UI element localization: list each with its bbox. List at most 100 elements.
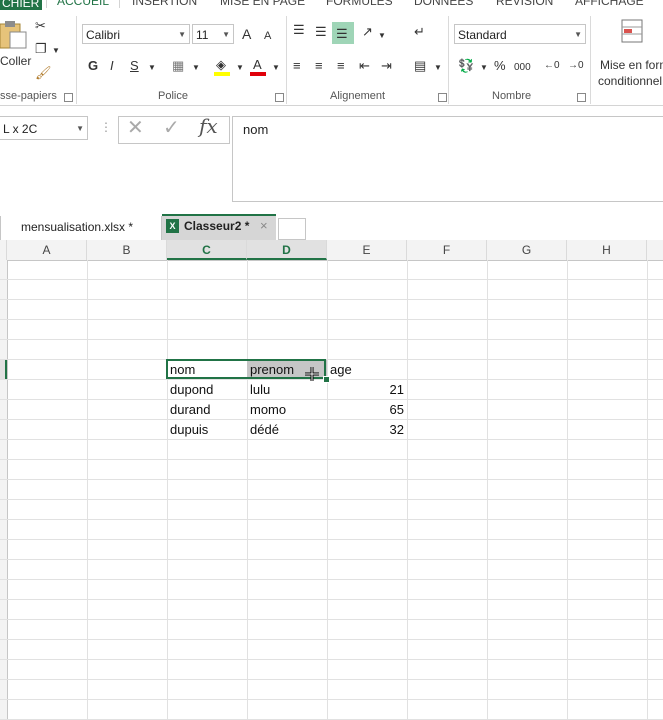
number-group-label: Nombre xyxy=(492,90,532,102)
grid-line xyxy=(0,459,663,460)
cell-age[interactable]: 32 xyxy=(327,420,407,440)
cell-nom[interactable]: dupuis xyxy=(167,420,247,440)
chevron-down-icon: ▼ xyxy=(76,124,84,133)
number-format-select[interactable]: Standard ▼ xyxy=(454,24,586,44)
grid-line xyxy=(0,559,663,560)
accounting-format-icon[interactable]: 💱 xyxy=(458,58,474,74)
wrap-text-icon[interactable]: ↵ xyxy=(414,24,425,40)
tab-home[interactable]: ACCUEIL xyxy=(46,0,121,8)
copy-dropdown-icon[interactable]: ▼ xyxy=(52,43,60,59)
fill-bucket-icon: ◈ xyxy=(216,57,226,72)
cell-c-nom[interactable]: nom xyxy=(167,360,247,380)
column-header-e[interactable]: E xyxy=(327,240,407,260)
cancel-icon[interactable]: ✕ xyxy=(127,118,144,138)
close-tab-icon[interactable]: × xyxy=(260,218,268,233)
workbook-tab-mensualisation[interactable]: mensualisation.xlsx * xyxy=(0,216,162,240)
grid-line xyxy=(0,299,663,300)
cell-prenom[interactable]: momo xyxy=(247,400,327,420)
column-header-a[interactable]: A xyxy=(7,240,87,260)
orientation-dropdown-icon[interactable]: ▼ xyxy=(378,28,386,44)
formula-input[interactable]: nom xyxy=(232,116,663,202)
tab-insert[interactable]: INSERTION xyxy=(132,0,197,8)
cell-prenom[interactable]: dédé xyxy=(247,420,327,440)
format-painter-icon[interactable]: 🖌 xyxy=(35,65,52,81)
font-color-button[interactable]: A xyxy=(250,57,268,77)
tab-data[interactable]: DONNÉES xyxy=(414,0,473,8)
bold-button[interactable]: G xyxy=(88,58,98,74)
column-header-g[interactable]: G xyxy=(487,240,567,260)
name-box[interactable]: L x 2C ▼ xyxy=(0,116,88,140)
column-header-f[interactable]: F xyxy=(407,240,487,260)
cell-nom[interactable]: durand xyxy=(167,400,247,420)
italic-button[interactable]: I xyxy=(110,58,114,74)
font-color-dropdown-icon[interactable]: ▼ xyxy=(272,60,280,76)
paste-button[interactable] xyxy=(0,18,30,50)
align-right-icon[interactable]: ≡ xyxy=(337,58,345,74)
grid-line xyxy=(0,339,663,340)
formula-bar: L x 2C ▼ ⋮ ✕ ✓ fx nom xyxy=(0,106,663,216)
conditional-format-button[interactable]: Mise en form conditionnel xyxy=(598,16,663,91)
fill-color-button[interactable]: ◈ xyxy=(214,57,232,77)
conditional-format-icon xyxy=(621,19,643,43)
underline-dropdown-icon[interactable]: ▼ xyxy=(148,60,156,76)
grid-line xyxy=(87,260,88,720)
column-header-h[interactable]: H xyxy=(567,240,647,260)
clipboard-launcher-icon[interactable] xyxy=(64,93,73,102)
decrease-indent-icon[interactable]: ⇤ xyxy=(359,58,370,74)
new-tab-button[interactable] xyxy=(278,218,306,240)
column-header-d[interactable]: D xyxy=(247,240,327,260)
workbook-tab-label: Classeur2 * xyxy=(184,219,250,233)
fill-dropdown-icon[interactable]: ▼ xyxy=(236,60,244,76)
cut-icon[interactable]: ✂ xyxy=(35,18,46,34)
formula-bar-grip[interactable]: ⋮ xyxy=(100,120,112,134)
align-bottom-button[interactable]: ☰ xyxy=(332,22,354,44)
align-left-icon[interactable]: ≡ xyxy=(293,58,301,74)
cell-age[interactable]: 65 xyxy=(327,400,407,420)
clipboard-group-label: sse-papiers xyxy=(0,90,57,102)
merge-center-icon[interactable]: ▤ xyxy=(414,58,426,74)
increase-indent-icon[interactable]: ⇥ xyxy=(381,58,392,74)
cell-nom[interactable]: dupond xyxy=(167,380,247,400)
percent-style-button[interactable]: % xyxy=(494,58,506,74)
accounting-dropdown-icon[interactable]: ▼ xyxy=(480,60,488,76)
tab-formulas[interactable]: FORMULES xyxy=(326,0,393,8)
enter-icon[interactable]: ✓ xyxy=(163,118,180,138)
align-top-icon[interactable]: ☰ xyxy=(293,22,305,38)
number-launcher-icon[interactable] xyxy=(577,93,586,102)
orientation-icon[interactable]: ↗ xyxy=(362,24,373,40)
row-header-selected[interactable] xyxy=(0,360,7,380)
paste-label: Coller xyxy=(0,54,32,68)
decrease-decimal-icon[interactable]: →0 xyxy=(568,58,584,74)
column-header-b[interactable]: B xyxy=(87,240,167,260)
workbook-tab-classeur2[interactable]: X Classeur2 * × xyxy=(162,214,276,240)
insert-function-icon[interactable]: fx xyxy=(199,116,218,136)
tab-page-layout[interactable]: MISE EN PAGE xyxy=(220,0,305,8)
merge-dropdown-icon[interactable]: ▼ xyxy=(434,60,442,76)
row-header-strip xyxy=(0,260,8,720)
borders-dropdown-icon[interactable]: ▼ xyxy=(192,60,200,76)
worksheet-grid[interactable]: nom prenom age dupond lulu 21 durand mom… xyxy=(0,260,663,720)
grid-line xyxy=(647,260,648,720)
align-center-icon[interactable]: ≡ xyxy=(315,58,323,74)
cell-age[interactable]: 21 xyxy=(327,380,407,400)
underline-button[interactable]: S xyxy=(130,58,139,74)
cell-e-age[interactable]: age xyxy=(327,360,407,380)
align-middle-icon[interactable]: ☰ xyxy=(315,24,327,40)
borders-icon[interactable]: ▦ xyxy=(172,58,184,74)
font-name-select[interactable]: Calibri ▼ xyxy=(82,24,190,44)
tab-view[interactable]: AFFICHAGE xyxy=(575,0,644,8)
name-box-value: L x 2C xyxy=(3,122,38,136)
grow-font-icon[interactable]: A xyxy=(242,26,251,42)
grid-line xyxy=(247,260,248,720)
increase-decimal-icon[interactable]: ←0 xyxy=(544,58,560,74)
comma-style-button[interactable]: 000 xyxy=(514,60,531,76)
alignment-launcher-icon[interactable] xyxy=(438,93,447,102)
font-size-select[interactable]: 11 ▼ xyxy=(192,24,234,44)
cell-prenom[interactable]: lulu xyxy=(247,380,327,400)
shrink-font-icon[interactable]: A xyxy=(264,28,271,44)
select-all-corner[interactable] xyxy=(0,240,7,260)
column-header-c[interactable]: C xyxy=(167,240,247,260)
tab-review[interactable]: RÉVISION xyxy=(496,0,553,8)
copy-icon[interactable]: ❐ xyxy=(35,41,47,57)
font-launcher-icon[interactable] xyxy=(275,93,284,102)
